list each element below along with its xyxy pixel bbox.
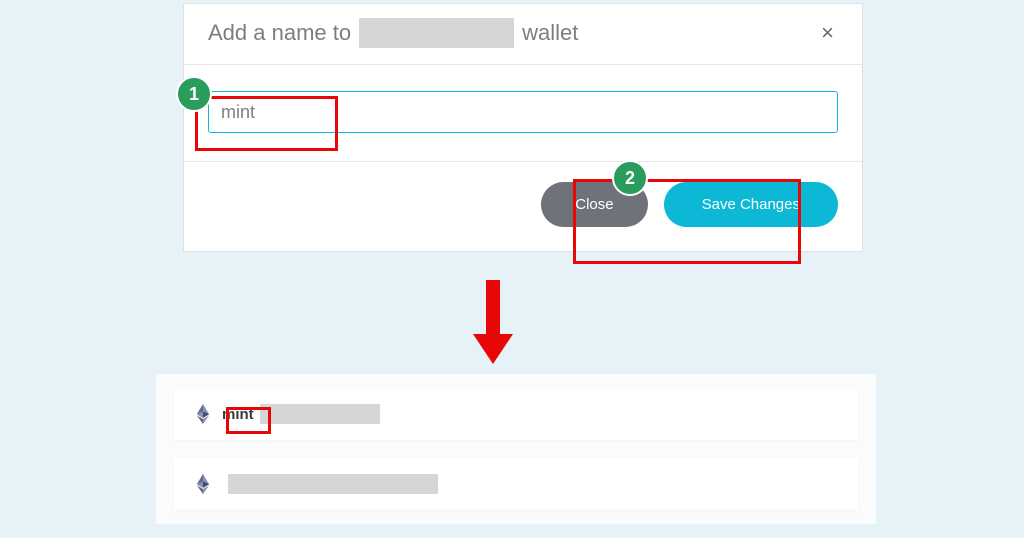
ethereum-icon [196,474,210,494]
dialog-footer: Close Save Changes [184,162,862,251]
dialog-header: Add a name to wallet × [184,4,862,65]
annotation-badge-1: 1 [176,76,212,112]
redacted-wallet-id [359,18,514,48]
wallet-name-label: mint [222,406,254,423]
wallet-row[interactable] [174,458,858,510]
wallet-list-panel: mint [156,374,876,524]
close-icon[interactable]: × [817,20,838,46]
annotation-badge-2: 2 [612,160,648,196]
dialog-title: Add a name to wallet [208,18,578,48]
dialog-title-prefix: Add a name to [208,20,351,46]
name-wallet-dialog: Add a name to wallet × Close Save Change… [183,3,863,252]
redacted-address [228,474,438,494]
arrow-down-icon [473,280,513,370]
wallet-name-input[interactable] [208,91,838,133]
wallet-row[interactable]: mint [174,388,858,440]
ethereum-icon [196,404,210,424]
dialog-body [184,65,862,162]
redacted-address [260,404,380,424]
save-changes-button[interactable]: Save Changes [664,182,838,227]
dialog-title-suffix: wallet [522,20,578,46]
